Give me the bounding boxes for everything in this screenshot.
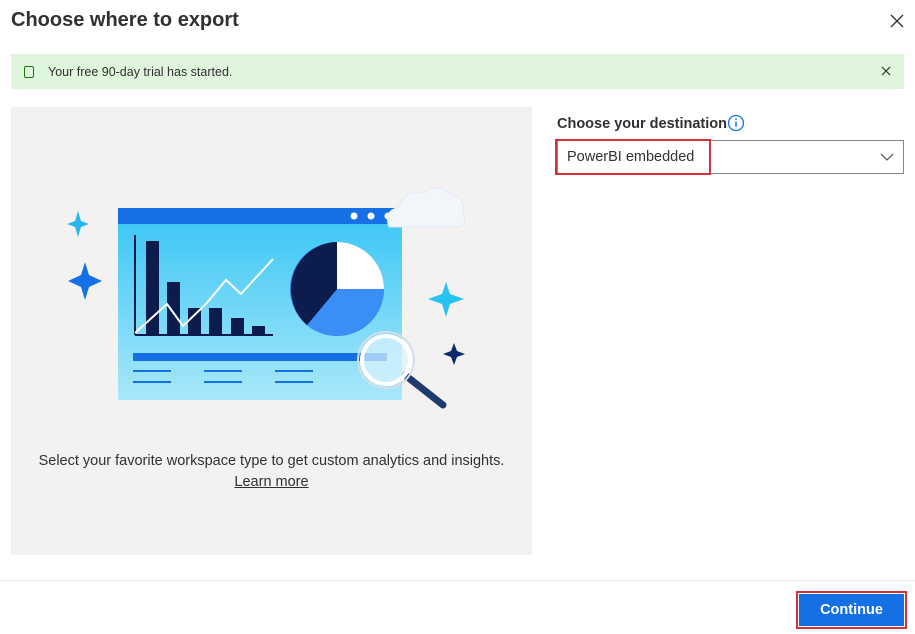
info-icon[interactable] bbox=[727, 114, 745, 132]
trial-banner: Your free 90-day trial has started. bbox=[11, 54, 904, 89]
dialog-title: Choose where to export bbox=[11, 9, 239, 31]
close-icon bbox=[881, 66, 891, 76]
continue-button[interactable]: Continue bbox=[799, 594, 904, 626]
learn-more-link[interactable]: Learn more bbox=[234, 474, 308, 490]
analytics-dashboard-illustration bbox=[67, 187, 466, 409]
footer-divider bbox=[0, 580, 915, 581]
close-icon bbox=[890, 14, 904, 28]
destination-label: Choose your destination bbox=[557, 116, 727, 132]
banner-text: Your free 90-day trial has started. bbox=[48, 64, 233, 79]
close-button[interactable] bbox=[886, 10, 908, 32]
illustration-panel: Select your favorite workspace type to g… bbox=[11, 107, 532, 555]
destination-dropdown[interactable]: PowerBI embedded bbox=[557, 140, 904, 174]
destination-selected-value: PowerBI embedded bbox=[567, 149, 695, 165]
banner-dismiss-button[interactable] bbox=[878, 63, 894, 79]
illustration-description: Select your favorite workspace type to g… bbox=[38, 453, 505, 469]
learn-more-row: Learn more bbox=[11, 472, 532, 493]
chevron-down-icon bbox=[880, 153, 894, 161]
phone-icon bbox=[24, 65, 34, 78]
